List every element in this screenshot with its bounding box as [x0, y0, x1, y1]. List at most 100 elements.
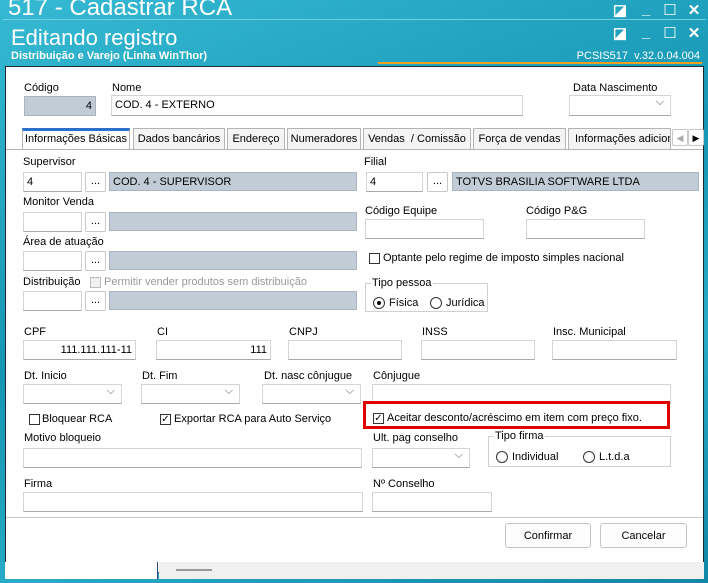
dialog-title: Editando registro — [11, 25, 178, 50]
individual-label: Individual — [512, 451, 559, 463]
confirm-button[interactable]: Confirmar — [505, 523, 591, 548]
cpf-label: CPF — [24, 326, 46, 338]
supervisor-lookup-button[interactable]: ... — [85, 172, 106, 192]
cnpj-input[interactable] — [288, 340, 402, 360]
tab-vendas-comissao[interactable]: Vendas / Comissão — [363, 128, 471, 149]
close-icon[interactable]: ✕ — [686, 1, 702, 19]
area-atuacao-lookup-button[interactable]: ... — [85, 251, 106, 271]
status-bar-left — [5, 562, 158, 579]
bloquear-rca-label: Bloquear RCA — [42, 413, 113, 425]
dt-nasc-conjugue-label: Dt. nasc cônjugue — [264, 370, 353, 382]
bloquear-rca-checkbox[interactable] — [29, 414, 40, 425]
n-conselho-input[interactable] — [372, 492, 492, 512]
cancel-button[interactable]: Cancelar — [600, 523, 687, 548]
tipo-pessoa-label: Tipo pessoa — [371, 277, 433, 289]
tab-numeradores[interactable]: Numeradores — [287, 128, 361, 149]
supervisor-label: Supervisor — [23, 156, 76, 168]
ci-label: CI — [157, 326, 168, 338]
monitor-venda-input[interactable] — [23, 212, 82, 232]
footer-divider — [6, 517, 703, 518]
dt-inicio-combo[interactable] — [23, 384, 122, 404]
aceitar-desconto-label: Aceitar desconto/acréscimo em item com p… — [387, 412, 642, 424]
distribuicao-input[interactable] — [23, 291, 82, 311]
tab-scroll-left-icon[interactable]: ◀ — [672, 129, 688, 146]
ltda-label: L.t.d.a — [599, 451, 630, 463]
area-atuacao-input[interactable] — [23, 251, 82, 271]
codigo-pg-input[interactable] — [526, 219, 645, 239]
cnpj-label: CNPJ — [289, 326, 318, 338]
optante-checkbox[interactable] — [369, 253, 380, 264]
conjugue-label: Cônjugue — [373, 370, 421, 382]
tipo-firma-label: Tipo firma — [494, 430, 545, 442]
restore-icon[interactable]: ◪ — [612, 1, 628, 19]
nome-label: Nome — [112, 82, 142, 94]
dt-nasc-conjugue-combo[interactable] — [262, 384, 361, 404]
accent-line — [378, 62, 702, 64]
status-grip — [176, 569, 212, 571]
firma-input[interactable] — [23, 492, 363, 512]
area-atuacao-desc — [109, 251, 357, 270]
nome-input[interactable]: COD. 4 - EXTERNO — [111, 95, 523, 116]
codigo-field: 4 — [24, 96, 96, 116]
tab-dados-bancarios[interactable]: Dados bancários — [133, 128, 225, 149]
codigo-equipe-input[interactable] — [365, 219, 484, 239]
tab-baseline — [6, 149, 703, 150]
permitir-vender-checkbox — [90, 277, 101, 288]
distribuicao-lookup-button[interactable]: ... — [85, 291, 106, 311]
cpf-input[interactable]: 111.111.111-11 — [23, 340, 136, 360]
exportar-rca-label: Exportar RCA para Auto Serviço — [174, 413, 332, 425]
inss-label: INSS — [422, 326, 448, 338]
n-conselho-label: Nº Conselho — [373, 478, 435, 490]
status-bar-right — [159, 562, 704, 579]
minimize-icon[interactable]: _ — [638, 1, 654, 18]
motivo-bloqueio-input[interactable] — [23, 448, 362, 468]
codigo-equipe-label: Código Equipe — [365, 205, 438, 217]
restore-icon[interactable]: ◪ — [612, 24, 628, 42]
distribuicao-label: Distribuição — [23, 276, 81, 288]
dialog-subtitle: Distribuição e Varejo (Linha WinThor) — [11, 50, 208, 62]
tab-informacoes-adicionais[interactable]: Informações adicionais — [568, 128, 671, 149]
filial-label: Filial — [364, 156, 387, 168]
filial-code-input[interactable]: 4 — [366, 172, 423, 192]
codigo-pg-label: Código P&G — [526, 205, 588, 217]
inss-input[interactable] — [421, 340, 535, 360]
data-nascimento-combo[interactable] — [569, 95, 671, 116]
distribuicao-desc — [109, 291, 357, 310]
maximize-icon[interactable]: ☐ — [662, 24, 678, 42]
monitor-venda-lookup-button[interactable]: ... — [85, 212, 106, 232]
fisica-radio[interactable] — [373, 297, 385, 309]
tab-scroll-right-icon[interactable]: ▶ — [688, 129, 704, 146]
individual-radio[interactable] — [496, 451, 508, 463]
tab-endereco[interactable]: Endereço — [227, 128, 285, 149]
optante-label: Optante pelo regime de imposto simples n… — [383, 252, 624, 264]
supervisor-code-input[interactable]: 4 — [23, 172, 82, 192]
maximize-icon[interactable]: ☐ — [662, 1, 678, 19]
exportar-rca-checkbox[interactable]: ✓ — [160, 414, 171, 425]
juridica-radio[interactable] — [430, 297, 442, 309]
juridica-label: Jurídica — [446, 297, 485, 309]
ult-pag-conselho-label: Ult. pag conselho — [373, 432, 458, 444]
supervisor-desc: COD. 4 - SUPERVISOR — [109, 172, 357, 191]
permitir-vender-label: Permitir vender produtos sem distribuiçã… — [104, 276, 307, 288]
minimize-icon[interactable]: _ — [638, 24, 654, 41]
tab-forca-de-vendas[interactable]: Força de vendas — [473, 128, 566, 149]
fisica-label: Física — [389, 297, 419, 309]
insc-municipal-label: Insc. Municipal — [553, 326, 626, 338]
aceitar-desconto-checkbox[interactable]: ✓ — [373, 413, 384, 424]
motivo-bloqueio-label: Motivo bloqueio — [24, 432, 102, 444]
dt-inicio-label: Dt. Inicio — [24, 370, 67, 382]
monitor-venda-desc — [109, 212, 357, 231]
ult-pag-conselho-combo[interactable] — [372, 448, 470, 468]
tab-informacoes-basicas[interactable]: Informações Básicas — [22, 128, 130, 149]
filial-desc: TOTVS BRASILIA SOFTWARE LTDA — [452, 172, 699, 191]
dt-fim-label: Dt. Fim — [142, 370, 178, 382]
firma-label: Firma — [24, 478, 53, 490]
area-atuacao-label: Área de atuação — [23, 236, 104, 248]
data-nascimento-label: Data Nascimento — [573, 82, 658, 94]
ci-input[interactable]: 111 — [156, 340, 271, 360]
ltda-radio[interactable] — [583, 451, 595, 463]
insc-municipal-input[interactable] — [552, 340, 677, 360]
close-icon[interactable]: ✕ — [686, 24, 702, 42]
dt-fim-combo[interactable] — [141, 384, 240, 404]
filial-lookup-button[interactable]: ... — [427, 172, 448, 192]
